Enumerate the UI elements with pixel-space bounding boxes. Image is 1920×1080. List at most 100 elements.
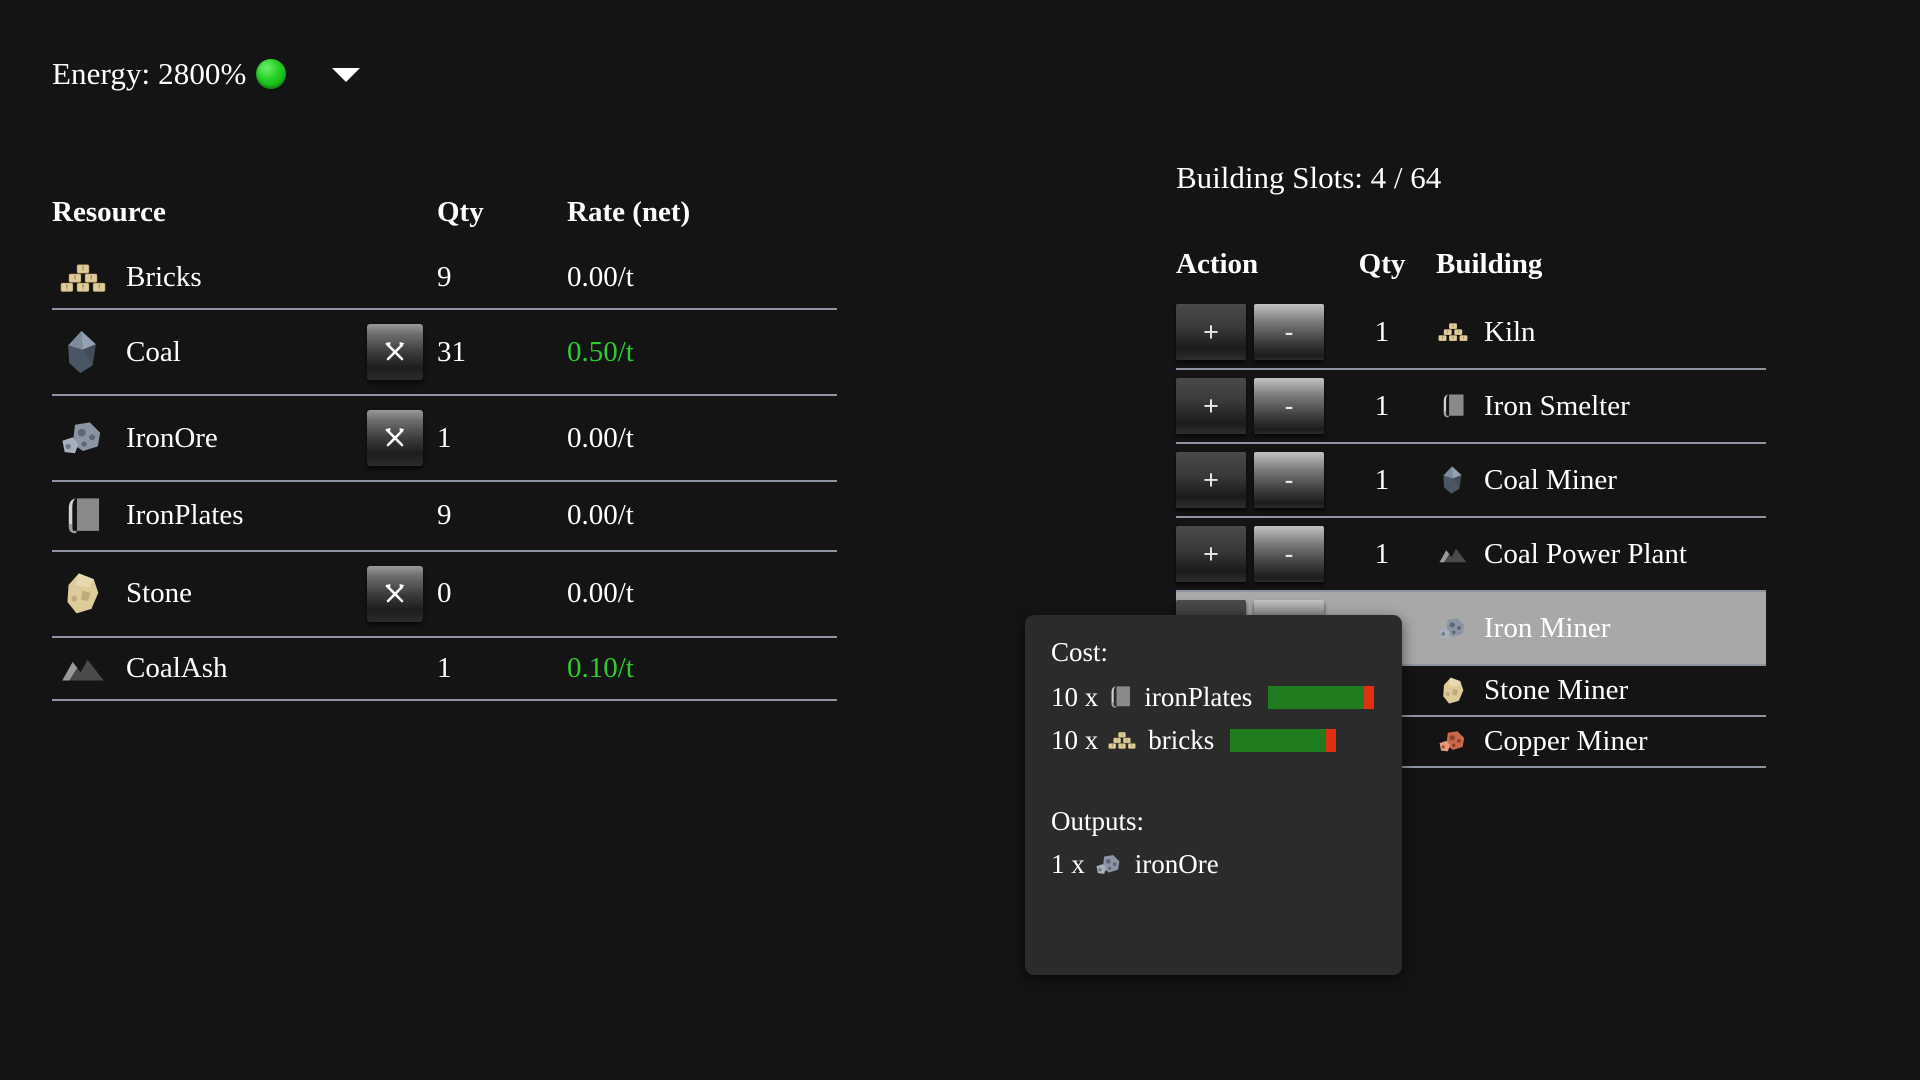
resource-icon-wrapper (52, 419, 114, 457)
resource-rate: 0.00/t (567, 247, 837, 311)
resource-icon-wrapper (52, 654, 114, 682)
resource-icon-wrapper (52, 329, 114, 375)
chevron-down-icon[interactable] (332, 68, 361, 82)
building-icon-wrapper (1436, 729, 1470, 754)
building-row[interactable]: + -1 Iron Smelter (1176, 369, 1766, 444)
hammer-and-pick-icon (383, 340, 407, 364)
building-icon-wrapper (1436, 545, 1470, 563)
building-icon-wrapper (1436, 616, 1470, 641)
game-root: Energy: 2800% Resource Qty Rate (net) Br… (0, 0, 1920, 1080)
bricks-icon (1108, 730, 1136, 750)
tooltip-cost-icon-wrapper (1108, 685, 1132, 709)
resource-qty: 9 (437, 481, 567, 552)
coal-ash-icon (60, 654, 106, 682)
column-header-qty: Qty (437, 196, 484, 228)
iron-smelter-icon (1440, 393, 1466, 419)
mine-stone-button[interactable] (367, 565, 423, 622)
resource-rate: 0.50/t (567, 309, 837, 397)
building-name-cell[interactable]: Coal Power Plant (1418, 517, 1766, 592)
building-row[interactable]: + -1 Coal Power Plant (1176, 517, 1766, 592)
resource-row: Bricks 9 0.00/t (52, 247, 837, 311)
building-qty: 1 (1346, 296, 1418, 370)
tooltip-output-row: 1 x ironOre (1051, 849, 1376, 880)
building-cost-tooltip: Cost: 10 x ironPlates 10 x bricks Output… (1025, 615, 1402, 975)
resource-qty: 31 (437, 309, 567, 397)
resource-icon-wrapper (52, 571, 114, 617)
building-row[interactable]: + -1 Kiln (1176, 296, 1766, 370)
resource-label: IronOre (126, 421, 218, 454)
building-icon-wrapper (1436, 321, 1470, 343)
coal-power-plant-icon (1438, 545, 1468, 563)
building-icon-wrapper (1436, 465, 1470, 495)
resource-icon-wrapper (52, 496, 114, 536)
building-name-cell[interactable]: Iron Miner (1418, 591, 1766, 666)
remove-building-button[interactable]: - (1254, 452, 1324, 508)
add-building-button[interactable]: + (1176, 526, 1246, 582)
iron-miner-icon (1438, 616, 1468, 641)
mine-button-slot (367, 565, 437, 622)
add-building-button[interactable]: + (1176, 304, 1246, 360)
iron-plates-icon (1108, 685, 1132, 709)
tooltip-cost-heading: Cost: (1051, 637, 1109, 667)
building-icon-wrapper (1436, 393, 1470, 419)
tooltip-outputs-heading: Outputs: (1051, 806, 1145, 836)
resource-name-cell: Bricks (52, 247, 437, 311)
building-action-cell: +- (1176, 296, 1346, 370)
remove-building-button[interactable]: - (1254, 378, 1324, 434)
resource-rate: 0.00/t (567, 481, 837, 552)
resource-rate: 0.00/t (567, 550, 837, 638)
building-name-cell[interactable]: Copper Miner (1418, 716, 1766, 768)
tooltip-cost-progress-bar (1230, 729, 1337, 752)
column-header-action: Action (1176, 248, 1259, 280)
building-label: Coal Miner (1484, 463, 1617, 496)
resource-row: Stone 0 0.00/t (52, 550, 837, 638)
iron-ore-icon (60, 419, 106, 457)
building-name-cell[interactable]: Stone Miner (1418, 665, 1766, 717)
column-header-building: Building (1436, 248, 1543, 280)
building-qty: 1 (1346, 517, 1418, 592)
building-label: Iron Smelter (1484, 389, 1630, 422)
remove-building-button[interactable]: - (1254, 526, 1324, 582)
progress-fill (1268, 686, 1364, 709)
resource-table-header: Resource Qty Rate (net) (52, 196, 837, 247)
tooltip-output-icon-wrapper (1095, 853, 1123, 876)
building-name-cell[interactable]: Kiln (1418, 296, 1766, 370)
building-label: Iron Miner (1484, 611, 1611, 644)
building-label: Stone Miner (1484, 674, 1629, 706)
mine-ironore-button[interactable] (367, 410, 423, 467)
add-building-button[interactable]: + (1176, 378, 1246, 434)
tooltip-cost-qty: 10 x (1051, 682, 1099, 712)
building-name-cell[interactable]: Coal Miner (1418, 443, 1766, 518)
resource-name-cell: Stone (52, 550, 437, 638)
remove-building-button[interactable]: - (1254, 304, 1324, 360)
tooltip-cost-name: ironPlates (1144, 682, 1253, 712)
kiln-icon (1438, 321, 1468, 343)
resource-name-cell: Coal (52, 309, 437, 397)
mine-button-slot (367, 410, 437, 467)
resource-icon-wrapper (52, 261, 114, 294)
energy-label: Energy: 2800% (52, 55, 247, 91)
building-name-cell[interactable]: Iron Smelter (1418, 369, 1766, 444)
resource-row: Coal 31 0.50/t (52, 309, 837, 397)
resource-label: Stone (126, 577, 193, 610)
column-header-qty: Qty (1358, 248, 1406, 280)
resource-label: CoalAsh (126, 651, 228, 684)
energy-status-indicator-icon (256, 59, 287, 89)
building-action-cell: +- (1176, 517, 1346, 592)
bricks-icon (60, 261, 106, 294)
coal-miner-icon (1442, 465, 1464, 495)
tooltip-cost-progress-bar (1268, 686, 1375, 709)
progress-fill (1230, 729, 1326, 752)
building-label: Coal Power Plant (1484, 537, 1687, 570)
building-row[interactable]: + -1 Coal Miner (1176, 443, 1766, 518)
energy-status-bar[interactable]: Energy: 2800% (52, 55, 361, 91)
building-table-header: Action Qty Building (1176, 248, 1766, 296)
column-header-rate: Rate (net) (567, 196, 691, 228)
iron-ore-icon (1095, 853, 1123, 876)
add-building-button[interactable]: + (1176, 452, 1246, 508)
building-icon-wrapper (1436, 676, 1470, 706)
resource-table: Resource Qty Rate (net) Bricks 9 0.00/t … (52, 196, 837, 701)
hammer-and-pick-icon (383, 582, 407, 606)
resource-name-cell: CoalAsh (52, 636, 437, 701)
mine-coal-button[interactable] (367, 324, 423, 381)
